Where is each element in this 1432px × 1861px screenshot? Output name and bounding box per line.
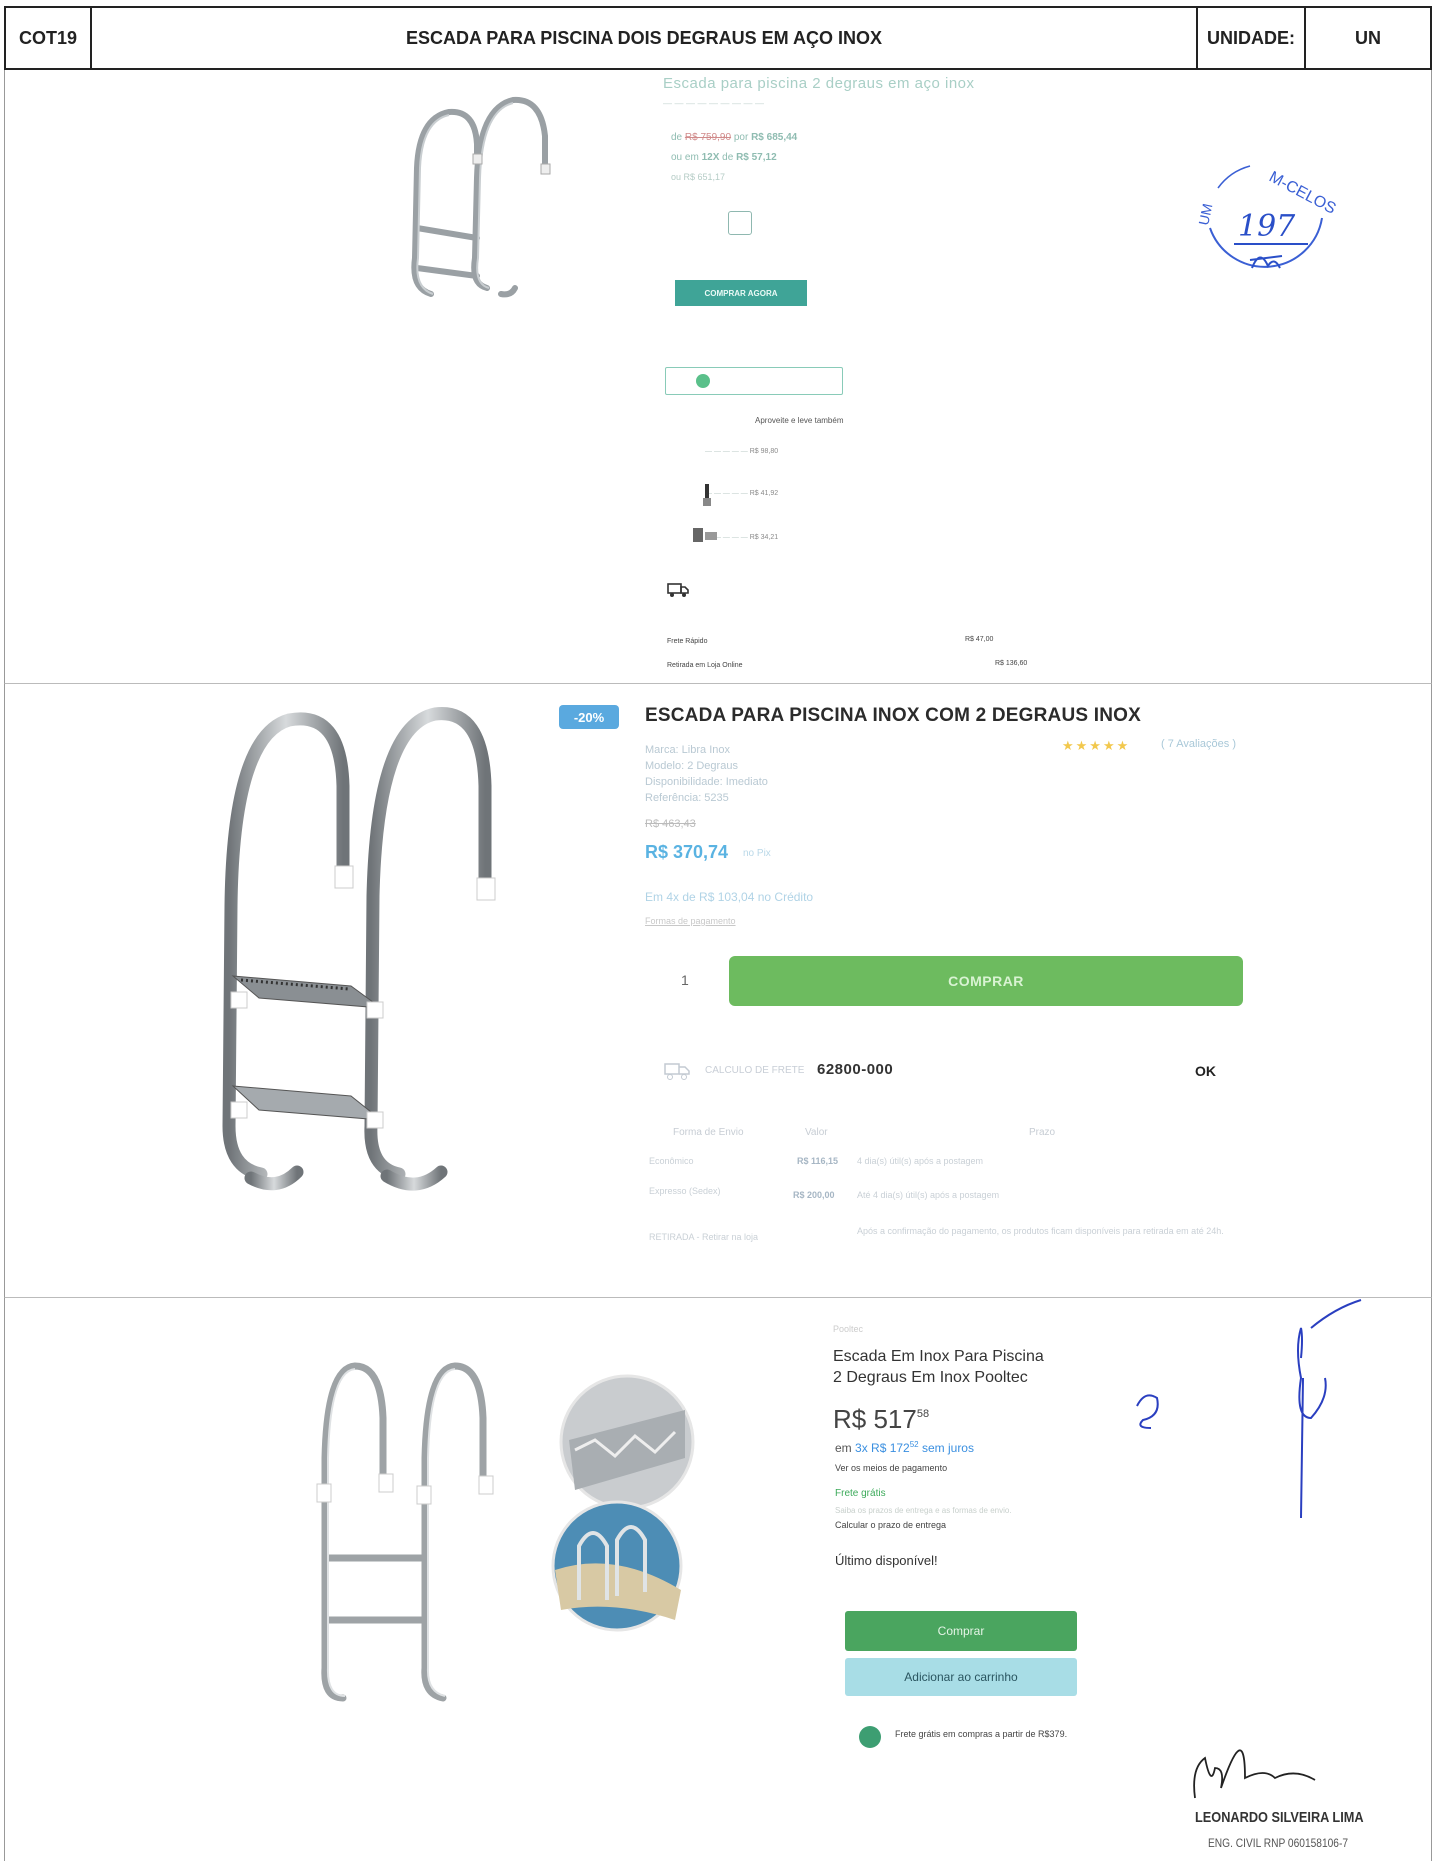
installment-value-1: R$ 57,12 bbox=[736, 152, 777, 163]
ship-row2-valor: R$ 200,00 bbox=[793, 1190, 835, 1200]
truck-icon bbox=[667, 583, 689, 597]
signer-name: LEONARDO SILVEIRA LIMA bbox=[1195, 1809, 1364, 1826]
pix-price-1: R$ 651,17 bbox=[683, 172, 726, 182]
installment-cents-3: 52 bbox=[909, 1440, 919, 1449]
product-brand-3: Pooltec bbox=[833, 1324, 864, 1334]
upsell-price-3: R$ 34,21 bbox=[749, 534, 779, 541]
cep-ok-button[interactable]: OK bbox=[1195, 1063, 1216, 1079]
product-title-3: Escada Em Inox Para Piscina 2 Degraus Em… bbox=[833, 1346, 1093, 1388]
unit-label: UNIDADE: bbox=[1198, 8, 1306, 68]
pix-line-1: ou R$ 651,17 bbox=[671, 172, 726, 182]
product-title-3-line2: 2 Degraus Em Inox Pooltec bbox=[833, 1369, 1028, 1386]
col-forma: Forma de Envio bbox=[673, 1127, 744, 1138]
ship-row2-prazo: Até 4 dia(s) útil(s) após a postagem bbox=[857, 1190, 1000, 1200]
spec-model: Modelo: 2 Degraus bbox=[645, 760, 738, 772]
shipping-price-1: R$ 47,00 bbox=[965, 636, 994, 643]
upsell-heading: Aproveite e leve também bbox=[755, 416, 844, 425]
pix-note-2: no Pix bbox=[743, 848, 771, 859]
ladder-image-2 bbox=[222, 707, 496, 1191]
free-shipping-note: Frete grátis em compras a partir de R$37… bbox=[895, 1729, 1068, 1739]
received-stamp: M-CELOS UM 197 bbox=[1195, 165, 1338, 269]
price-line-1: de R$ 759,90 por R$ 685,44 bbox=[671, 132, 798, 143]
upsell-item-1[interactable]: — — — — — R$ 98,80 bbox=[705, 448, 778, 455]
whatsapp-button[interactable] bbox=[665, 367, 843, 395]
reviews-link[interactable]: ( 7 Avaliações ) bbox=[1161, 738, 1236, 750]
quote-panel-2: -20% ESCADA PARA PISCINA INOX COM 2 DEGR… bbox=[4, 684, 1432, 1298]
ship-row2-forma: Expresso (Sedex) bbox=[649, 1186, 721, 1196]
upsell-thumb-2 bbox=[703, 484, 711, 506]
whatsapp-icon bbox=[696, 374, 710, 388]
item-title: ESCADA PARA PISCINA DOIS DEGRAUS EM AÇO … bbox=[92, 8, 1198, 68]
spec-brand: Marca: Libra Inox bbox=[645, 744, 730, 756]
price-cents-3: 58 bbox=[916, 1408, 930, 1420]
shipping-calc-icon bbox=[664, 1063, 690, 1080]
ship-row1-valor: R$ 116,15 bbox=[797, 1156, 839, 1166]
shipping-option-2: Retirada em Loja Online bbox=[667, 662, 743, 669]
current-price-2: R$ 370,74 bbox=[645, 842, 729, 862]
ship-row1-prazo: 4 dia(s) útil(s) após a postagem bbox=[857, 1156, 984, 1166]
stamp-number: 197 bbox=[1238, 209, 1296, 244]
price-main-3: R$ 517 bbox=[833, 1404, 917, 1434]
installment-value-3: 3x R$ 172 bbox=[855, 1441, 910, 1455]
col-prazo: Prazo bbox=[1029, 1127, 1056, 1138]
product-title-3-line1: Escada Em Inox Para Piscina bbox=[833, 1348, 1044, 1365]
add-to-cart-button[interactable]: Adicionar ao carrinho bbox=[845, 1658, 1077, 1696]
delivery-calc-link[interactable]: Calcular o prazo de entrega bbox=[835, 1520, 946, 1530]
installment-line-1: ou em 12X de R$ 57,12 bbox=[671, 152, 777, 163]
product-title-1: Escada para piscina 2 degraus em aço ino… bbox=[663, 75, 975, 92]
quantity-box-1[interactable] bbox=[728, 211, 752, 235]
shipping-calc-label: CALCULO DE FRETE bbox=[705, 1065, 805, 1076]
payment-methods-link-3[interactable]: Ver os meios de pagamento bbox=[835, 1463, 947, 1473]
delivery-icon bbox=[859, 1726, 881, 1748]
ship-row3-forma: RETIRADA - Retirar na loja bbox=[649, 1232, 759, 1242]
old-price-1: R$ 759,90 bbox=[684, 132, 732, 143]
installment-tail-3: sem juros bbox=[921, 1441, 974, 1455]
signer-registration: ENG. CIVIL RNP 060158106-7 bbox=[1208, 1836, 1349, 1850]
col-valor: Valor bbox=[805, 1127, 828, 1138]
current-price-1: R$ 685,44 bbox=[751, 132, 798, 143]
stamp-text-left: UM bbox=[1195, 202, 1215, 227]
quote-panel-3: Pooltec Escada Em Inox Para Piscina 2 De… bbox=[4, 1298, 1432, 1861]
installment-line-3: em 3x R$ 17252 sem juros bbox=[835, 1440, 974, 1455]
upsell-price-2: R$ 41,92 bbox=[749, 490, 779, 497]
ladder-image-3 bbox=[316, 1362, 494, 1702]
shipping-price-2: R$ 136,60 bbox=[995, 660, 1028, 667]
payment-methods-link[interactable]: Formas de pagamento bbox=[645, 916, 736, 926]
quote-panel-1: Escada para piscina 2 degraus em aço ino… bbox=[4, 70, 1432, 684]
buy-now-button[interactable]: COMPRAR AGORA bbox=[675, 280, 807, 306]
installment-line-2: Em 4x de R$ 103,04 no Crédito bbox=[645, 890, 814, 904]
header-row: COT19 ESCADA PARA PISCINA DOIS DEGRAUS E… bbox=[4, 6, 1432, 70]
current-price-3: R$ 51758 bbox=[833, 1404, 929, 1435]
ship-row3-prazo: Após a confirmação do pagamento, os prod… bbox=[857, 1226, 1224, 1236]
cep-input[interactable]: 62800-000 bbox=[817, 1061, 893, 1078]
rating-stars: ★★★★★ bbox=[1062, 738, 1131, 753]
installments-1: 12X bbox=[701, 152, 720, 163]
quantity-input[interactable]: 1 bbox=[681, 972, 689, 988]
buy-button-2[interactable]: COMPRAR bbox=[729, 956, 1243, 1006]
old-price-2: R$ 463,43 bbox=[645, 818, 696, 830]
free-shipping-sub: Saiba os prazos de entrega e as formas d… bbox=[835, 1506, 1012, 1515]
spec-availability: Disponibilidade: Imediato bbox=[645, 776, 768, 788]
spec-reference: Referência: 5235 bbox=[645, 792, 729, 804]
item-code: COT19 bbox=[6, 8, 92, 68]
shipping-option-1: Frete Rápido bbox=[667, 638, 708, 645]
handwritten-signatures bbox=[1136, 1299, 1362, 1799]
free-shipping-label: Frete grátis bbox=[835, 1488, 886, 1499]
detail-photos bbox=[551, 1374, 695, 1632]
installment-prefix-3: em bbox=[835, 1441, 852, 1455]
upsell-price-1: R$ 98,80 bbox=[749, 448, 779, 455]
buy-button-3[interactable]: Comprar bbox=[845, 1611, 1077, 1651]
unit-value: UN bbox=[1355, 27, 1381, 48]
ladder-image-1 bbox=[411, 96, 551, 298]
ship-row1-forma: Econômico bbox=[649, 1156, 694, 1166]
upsell-thumb-3 bbox=[693, 528, 717, 542]
discount-badge: -20% bbox=[559, 705, 619, 729]
product-title-2: ESCADA PARA PISCINA INOX COM 2 DEGRAUS I… bbox=[645, 705, 1141, 726]
stock-status: Último disponível! bbox=[835, 1553, 938, 1568]
product-sub-1: — — — — — — — — — bbox=[663, 98, 765, 108]
